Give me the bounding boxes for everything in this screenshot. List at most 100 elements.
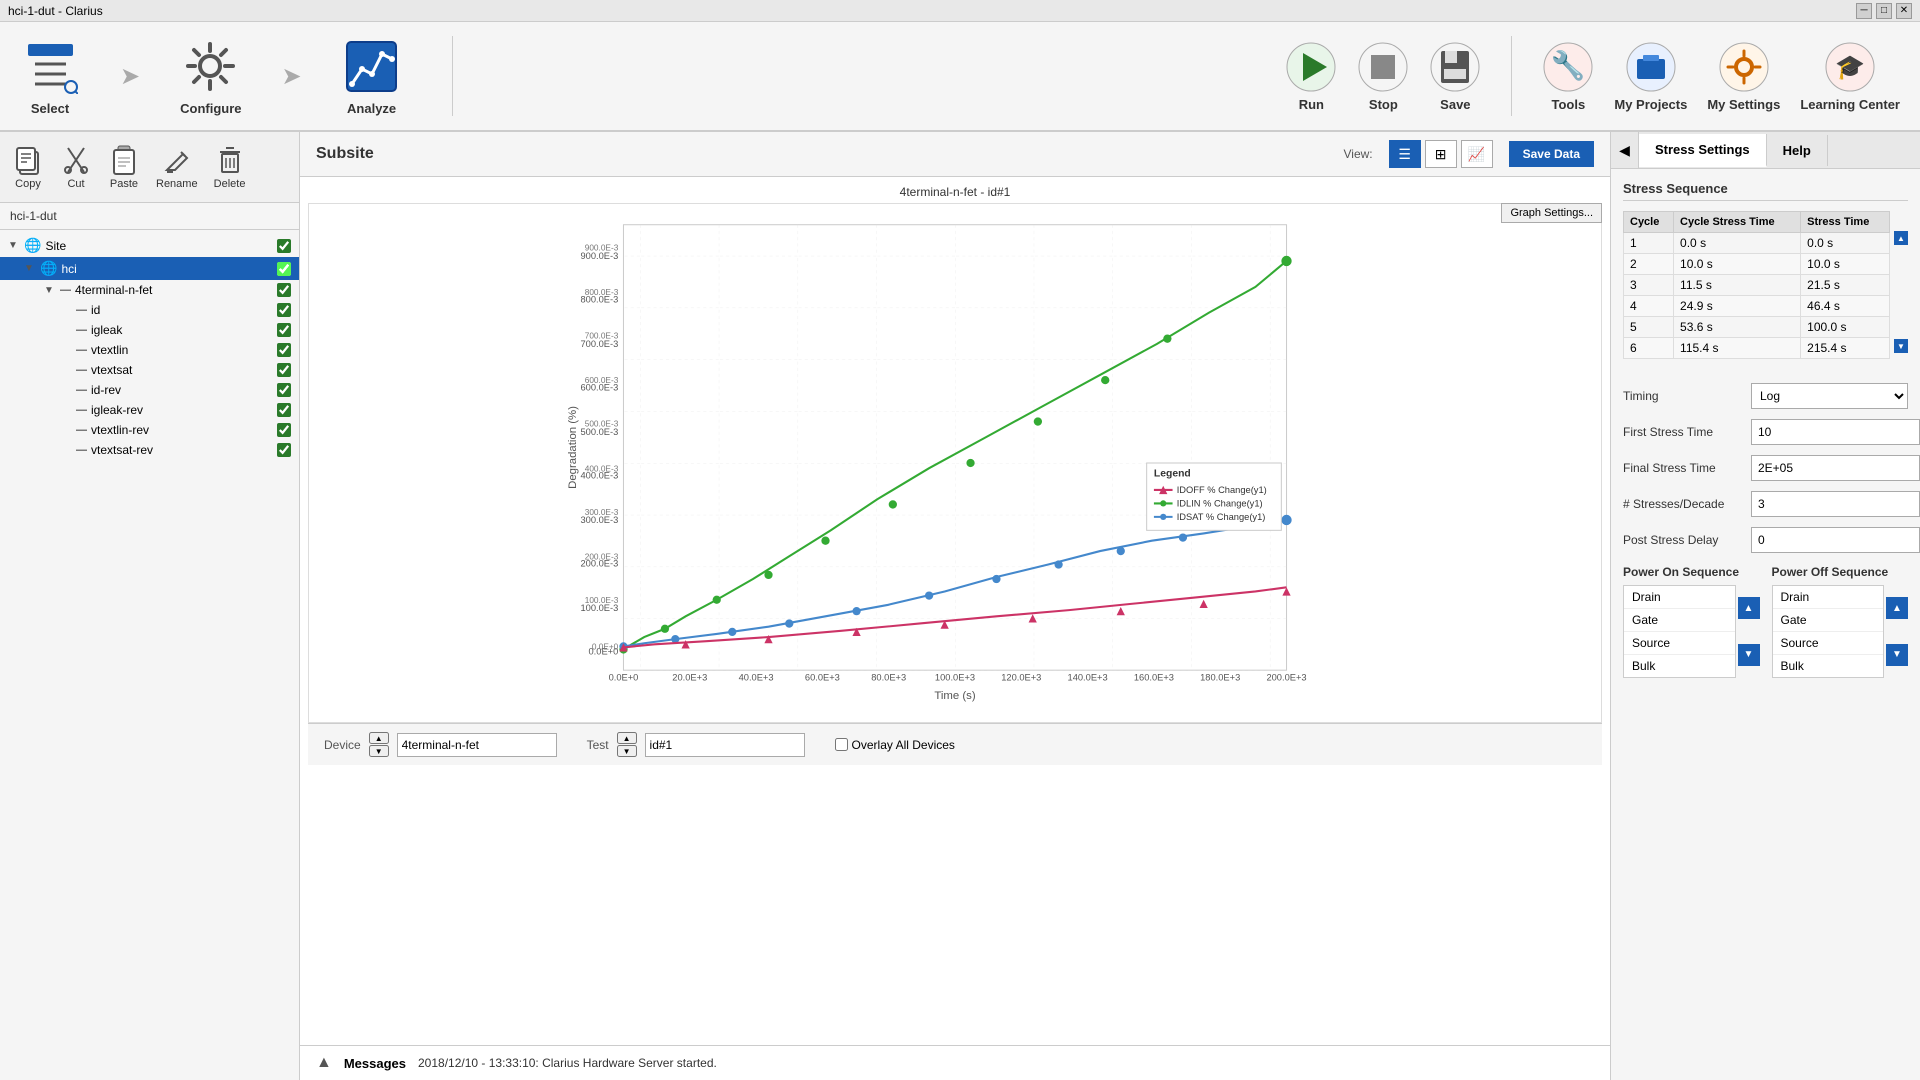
vtextsat-checkbox[interactable] [277,363,291,377]
window-controls[interactable]: ─ □ ✕ [1856,3,1912,19]
delete-label: Delete [214,178,246,190]
final-stress-label: Final Stress Time [1623,461,1743,475]
maximize-button[interactable]: □ [1876,3,1892,19]
stop-button[interactable]: Stop [1357,41,1409,112]
save-icon [1429,41,1481,93]
cycle-3: 3 [1624,275,1674,296]
tree-item-igleak[interactable]: ▼ — igleak [0,320,299,340]
minimize-button[interactable]: ─ [1856,3,1872,19]
timing-select[interactable]: Log Linear [1751,383,1908,409]
id-checkbox[interactable] [277,303,291,317]
copy-label: Copy [15,178,41,190]
close-button[interactable]: ✕ [1896,3,1912,19]
myprojects-button[interactable]: My Projects [1614,41,1687,112]
cycle-4: 4 [1624,296,1674,317]
power-off-up-btn[interactable]: ▲ [1886,597,1908,619]
drain-on-label: Drain [1632,590,1661,604]
igleak-rev-checkbox[interactable] [277,403,291,417]
overlay-checkbox[interactable] [835,738,848,751]
post-delay-input[interactable] [1751,527,1920,553]
learningcenter-button[interactable]: 🎓 Learning Center [1800,41,1900,112]
svg-text:120.0E+3: 120.0E+3 [1001,673,1041,683]
tree-item-site[interactable]: ▼ 🌐 Site [0,234,299,257]
tools-button[interactable]: 🔧 Tools [1542,41,1594,112]
stresses-input[interactable] [1751,491,1920,517]
final-stress-input[interactable] [1751,455,1920,481]
graph-settings-button[interactable]: Graph Settings... [1501,203,1602,223]
device-down-btn[interactable]: ▼ [369,745,389,757]
tree-item-device[interactable]: ▼ — 4terminal-n-fet [0,280,299,300]
stress-time-4: 46.4 s [1801,296,1890,317]
toolbar-select[interactable]: Select [20,37,80,116]
save-button[interactable]: Save [1429,41,1481,112]
first-stress-input[interactable] [1751,419,1920,445]
stress-row-5: 5 53.6 s 100.0 s [1624,317,1890,338]
test-up-btn[interactable]: ▲ [617,732,637,744]
copy-button[interactable]: Copy [8,140,48,194]
svg-text:400.0E-3: 400.0E-3 [585,464,619,473]
tree-item-vtextsat[interactable]: ▼ — vtextsat [0,360,299,380]
power-on-down-btn[interactable]: ▼ [1738,644,1760,666]
tree-item-vtextlin[interactable]: ▼ — vtextlin [0,340,299,360]
configure-label: Configure [180,101,241,116]
window-title: hci-1-dut - Clarius [8,4,103,18]
device-up-btn[interactable]: ▲ [369,732,389,744]
expand-hci[interactable]: ▼ [24,263,36,274]
tree-item-vtextlin-rev[interactable]: ▼ — vtextlin-rev [0,420,299,440]
vtextsat-rev-checkbox[interactable] [277,443,291,457]
site-checkbox[interactable] [277,239,291,253]
view-chart-btn[interactable]: 📈 [1461,140,1493,168]
id-rev-checkbox[interactable] [277,383,291,397]
table-scroll-up[interactable]: ▲ [1894,231,1908,245]
hci-checkbox[interactable] [277,262,291,276]
vtextlin-rev-checkbox[interactable] [277,423,291,437]
device-input[interactable] [397,733,557,757]
vtextlin-icon: — [76,344,87,356]
igleak-checkbox[interactable] [277,323,291,337]
mysettings-button[interactable]: My Settings [1707,41,1780,112]
paste-button[interactable]: Paste [104,140,144,194]
rename-button[interactable]: Rename [152,140,202,194]
power-off-down-btn[interactable]: ▼ [1886,644,1908,666]
section-title: Stress Sequence [1623,181,1908,201]
device-checkbox[interactable] [277,283,291,297]
svg-text:600.0E-3: 600.0E-3 [585,376,619,385]
tab-help[interactable]: Help [1767,135,1828,166]
expand-device[interactable]: ▼ [44,285,56,296]
view-grid-btn[interactable]: ⊞ [1425,140,1457,168]
svg-text:200.0E+3: 200.0E+3 [1266,673,1306,683]
test-input[interactable] [645,733,805,757]
paste-label: Paste [110,178,138,190]
tree-item-id-rev[interactable]: ▼ — id-rev [0,380,299,400]
rename-icon [161,144,193,176]
run-button[interactable]: Run [1285,41,1337,112]
site-icon: 🌐 [24,237,41,254]
toolbar-analyze[interactable]: Analyze [342,37,402,116]
messages-toggle[interactable]: ▲ [316,1054,332,1072]
panel-arrow-btn[interactable]: ◀ [1611,132,1639,168]
left-sidebar: Copy Cut Paste [0,132,300,1080]
save-data-button[interactable]: Save Data [1509,141,1594,167]
delete-button[interactable]: Delete [210,140,250,194]
chart-area: 4terminal-n-fet - id#1 Graph Settings... [300,177,1610,1045]
svg-text:0.0E+0: 0.0E+0 [592,642,619,651]
power-on-arrows: ▲ ▼ [1738,585,1760,678]
device-group: Device ▲ ▼ [324,732,557,757]
power-off-gate: Gate [1773,609,1884,632]
svg-text:100.0E+3: 100.0E+3 [935,673,975,683]
stress-table-wrapper: Cycle Cycle Stress Time Stress Time 1 0.… [1623,211,1908,373]
tree-item-id[interactable]: ▼ — id [0,300,299,320]
tree-item-hci[interactable]: ▼ 🌐 hci [0,257,299,280]
expand-site[interactable]: ▼ [8,240,20,251]
id-icon: — [76,304,87,316]
cut-button[interactable]: Cut [56,140,96,194]
tree-item-igleak-rev[interactable]: ▼ — igleak-rev [0,400,299,420]
table-scroll-down[interactable]: ▼ [1894,339,1908,353]
test-down-btn[interactable]: ▼ [617,745,637,757]
tree-item-vtextsat-rev[interactable]: ▼ — vtextsat-rev [0,440,299,460]
tab-stress-settings[interactable]: Stress Settings [1639,134,1767,167]
toolbar-configure[interactable]: Configure [180,37,241,116]
view-table-btn[interactable]: ☰ [1389,140,1421,168]
vtextlin-checkbox[interactable] [277,343,291,357]
power-on-up-btn[interactable]: ▲ [1738,597,1760,619]
